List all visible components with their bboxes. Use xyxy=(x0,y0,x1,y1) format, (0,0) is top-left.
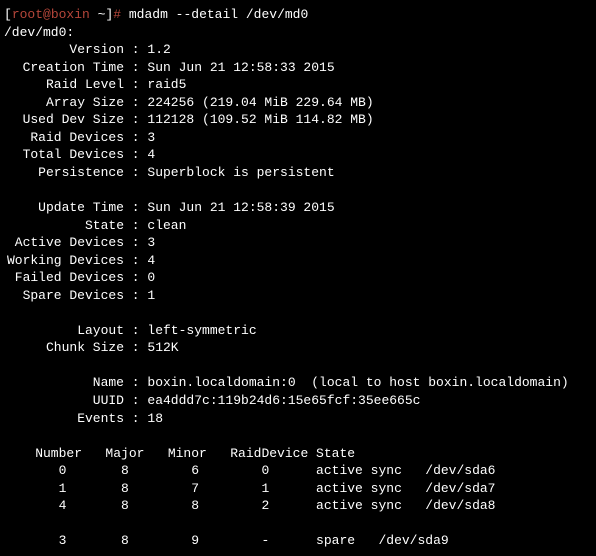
kv-label: Working Devices xyxy=(4,252,124,270)
kv-label: Layout xyxy=(4,322,124,340)
kv-value: 1.2 xyxy=(147,42,170,57)
kv-value: 3 xyxy=(147,130,155,145)
kv-row: Spare Devices : 1 xyxy=(4,287,592,305)
kv-row: Active Devices : 3 xyxy=(4,234,592,252)
kv-value: 112128 (109.52 MiB 114.82 MB) xyxy=(147,112,373,127)
kv-row: Name : boxin.localdomain:0 (local to hos… xyxy=(4,374,592,392)
kv-value: ea4ddd7c:119b24d6:15e65fcf:35ee665c xyxy=(147,393,420,408)
device-table-row: 1 8 7 1 active sync /dev/sda7 xyxy=(4,480,592,498)
kv-label: UUID xyxy=(4,392,124,410)
kv-value: raid5 xyxy=(147,77,186,92)
prompt-hash: # xyxy=(113,7,129,22)
kv-value: boxin.localdomain:0 (local to host boxin… xyxy=(147,375,568,390)
kv-row: Version : 1.2 xyxy=(4,41,592,59)
bracket-open: [ xyxy=(4,7,12,22)
device-table-row: 0 8 6 0 active sync /dev/sda6 xyxy=(4,462,592,480)
device-table-row: 4 8 8 2 active sync /dev/sda8 xyxy=(4,497,592,515)
kv-row: Chunk Size : 512K xyxy=(4,339,592,357)
kv-value: 18 xyxy=(147,411,163,426)
kv-value: 0 xyxy=(147,270,155,285)
kv-row: Creation Time : Sun Jun 21 12:58:33 2015 xyxy=(4,59,592,77)
kv-value: 1 xyxy=(147,288,155,303)
kv-label: Chunk Size xyxy=(4,339,124,357)
kv-label: Raid Devices xyxy=(4,129,124,147)
prompt-path: ~ xyxy=(90,7,106,22)
kv-value: 512K xyxy=(147,340,178,355)
kv-value: 4 xyxy=(147,253,155,268)
kv-row: UUID : ea4ddd7c:119b24d6:15e65fcf:35ee66… xyxy=(4,392,592,410)
kv-value: 4 xyxy=(147,147,155,162)
kv-value: 3 xyxy=(147,235,155,250)
kv-label: Total Devices xyxy=(4,146,124,164)
kv-row: State : clean xyxy=(4,217,592,235)
kv-value: Sun Jun 21 12:58:33 2015 xyxy=(147,60,334,75)
kv-label: Array Size xyxy=(4,94,124,112)
kv-value: clean xyxy=(147,218,186,233)
kv-label: Creation Time xyxy=(4,59,124,77)
kv-row: Total Devices : 4 xyxy=(4,146,592,164)
kv-row: Layout : left-symmetric xyxy=(4,322,592,340)
kv-label: State xyxy=(4,217,124,235)
kv-label: Persistence xyxy=(4,164,124,182)
kv-value: Superblock is persistent xyxy=(147,165,334,180)
kv-row: Raid Level : raid5 xyxy=(4,76,592,94)
kv-value: 224256 (219.04 MiB 229.64 MB) xyxy=(147,95,373,110)
prompt-line: [root@boxin ~]# mdadm --detail /dev/md0 xyxy=(4,6,592,24)
kv-row: Array Size : 224256 (219.04 MiB 229.64 M… xyxy=(4,94,592,112)
kv-row: Used Dev Size : 112128 (109.52 MiB 114.8… xyxy=(4,111,592,129)
blank-line xyxy=(4,304,592,322)
kv-row: Raid Devices : 3 xyxy=(4,129,592,147)
blank-line xyxy=(4,427,592,445)
kv-value: Sun Jun 21 12:58:39 2015 xyxy=(147,200,334,215)
kv-value: left-symmetric xyxy=(147,323,256,338)
kv-label: Update Time xyxy=(4,199,124,217)
kv-row: Failed Devices : 0 xyxy=(4,269,592,287)
kv-label: Name xyxy=(4,374,124,392)
kv-label: Version xyxy=(4,41,124,59)
kv-row: Persistence : Superblock is persistent xyxy=(4,164,592,182)
kv-label: Spare Devices xyxy=(4,287,124,305)
kv-row: Update Time : Sun Jun 21 12:58:39 2015 xyxy=(4,199,592,217)
kv-label: Failed Devices xyxy=(4,269,124,287)
command-text: mdadm --detail /dev/md0 xyxy=(129,7,308,22)
kv-row: Working Devices : 4 xyxy=(4,252,592,270)
kv-row: Events : 18 xyxy=(4,410,592,428)
device-table-header: Number Major Minor RaidDevice State xyxy=(4,445,592,463)
blank-line xyxy=(4,181,592,199)
device-table-row-spare: 3 8 9 - spare /dev/sda9 xyxy=(4,532,592,550)
device-header: /dev/md0: xyxy=(4,24,592,42)
kv-label: Raid Level xyxy=(4,76,124,94)
kv-label: Events xyxy=(4,410,124,428)
prompt-user-host: root@boxin xyxy=(12,7,90,22)
blank-line xyxy=(4,357,592,375)
kv-label: Used Dev Size xyxy=(4,111,124,129)
kv-label: Active Devices xyxy=(4,234,124,252)
